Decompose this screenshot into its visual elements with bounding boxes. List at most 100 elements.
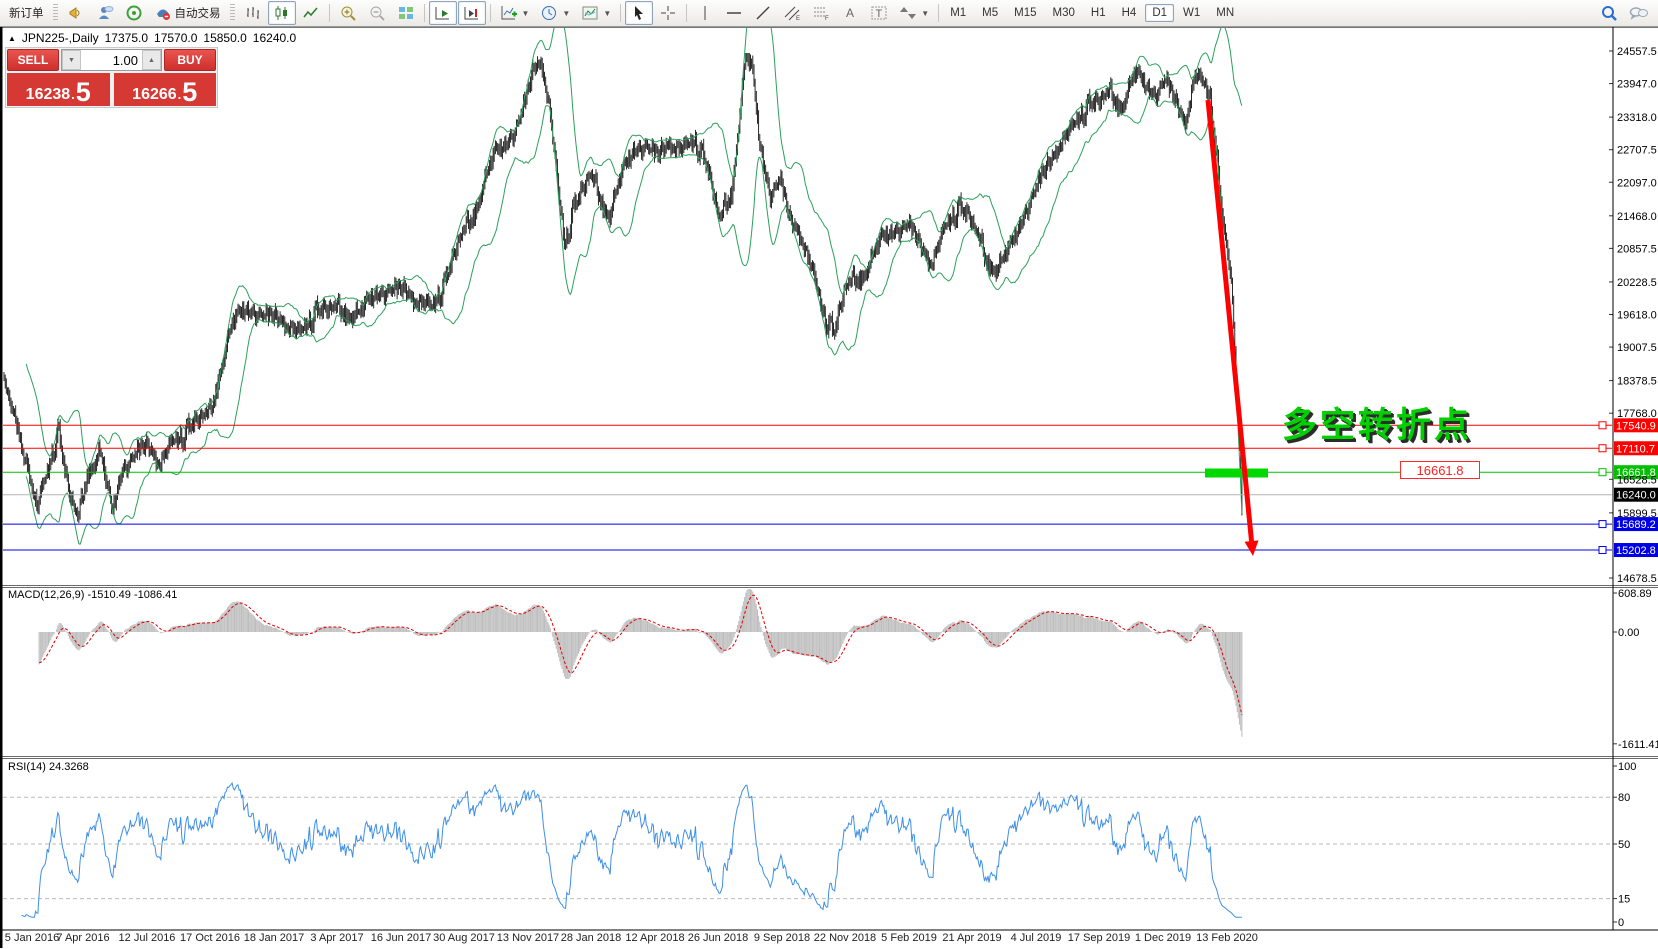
macd-pane-label: MACD(12,26,9) -1510.49 -1086.41 <box>8 589 177 601</box>
date-axis-label: 17 Oct 2016 <box>180 932 240 944</box>
date-axis-label: 1 Dec 2019 <box>1135 932 1191 944</box>
macd-axis-tick: -1611.41 <box>1618 739 1658 751</box>
community-button[interactable] <box>91 1 119 25</box>
line-anchor-square[interactable] <box>1599 469 1606 476</box>
trendline-button[interactable] <box>749 1 777 25</box>
price-callout-box[interactable]: 16661.8 <box>1400 461 1480 479</box>
cursor-button[interactable] <box>625 1 653 25</box>
chart-canvas[interactable]: 17540.917110.716661.816240.015689.215202… <box>0 27 1658 949</box>
user-cloud-icon <box>96 4 114 22</box>
price-bars <box>4 53 1242 523</box>
rsi-pane-label: RSI(14) 24.3268 <box>8 761 89 773</box>
rsi-axis-tick: 80 <box>1618 792 1630 804</box>
horizontal-line-button[interactable] <box>720 1 748 25</box>
sell-price-display[interactable]: 16238 . 5 <box>7 73 110 106</box>
timeframe-m30-button[interactable]: M30 <box>1046 4 1082 22</box>
sell-button[interactable]: SELL <box>7 49 59 71</box>
date-axis-label: 28 Jan 2018 <box>561 932 622 944</box>
axis-price-label: 17110.7 <box>1616 443 1655 455</box>
price-axis-tick: 20857.5 <box>1617 243 1657 255</box>
new-order-button[interactable]: 新订单 <box>4 2 49 24</box>
sell-price-frac: 5 <box>76 80 91 104</box>
line-chart-icon <box>302 4 320 22</box>
timeframe-m15-button[interactable]: M15 <box>1007 4 1043 22</box>
bollinger-lower-band <box>26 96 1242 544</box>
sell-price-dot: . <box>71 86 75 104</box>
bar-chart-button[interactable] <box>239 1 267 25</box>
zoom-in-button[interactable] <box>334 1 362 25</box>
timeframe-h4-button[interactable]: H4 <box>1115 4 1144 22</box>
search-button[interactable] <box>1595 1 1623 25</box>
candlestick-chart-button[interactable] <box>268 1 296 25</box>
signal-icon <box>125 4 143 22</box>
vertical-line-button[interactable] <box>691 1 719 25</box>
signal-button[interactable] <box>120 1 148 25</box>
toolbar: 新订单 自动交易 ▼ ▼ ▼ E F A T ▼ M1M5M15M30H1H4D… <box>0 0 1658 27</box>
timeframe-d1-button[interactable]: D1 <box>1145 4 1174 22</box>
arrows-button[interactable]: ▼ <box>894 1 934 25</box>
line-chart-button[interactable] <box>297 1 325 25</box>
templates-button[interactable]: ▼ <box>576 1 616 25</box>
price-axis-tick: 17768.0 <box>1617 408 1657 420</box>
line-anchor-square[interactable] <box>1599 547 1606 554</box>
toolbar-separator <box>686 4 687 22</box>
zoom-out-button[interactable] <box>363 1 391 25</box>
rsi-value: 24.3268 <box>49 761 89 773</box>
text-icon: A <box>841 4 859 22</box>
price-axis-tick: 16528.5 <box>1617 474 1657 486</box>
publisher-button[interactable] <box>62 1 90 25</box>
line-anchor-square[interactable] <box>1599 422 1606 429</box>
price-axis-tick: 14678.5 <box>1617 573 1657 585</box>
arrows-icon <box>899 4 917 22</box>
line-anchor-square[interactable] <box>1599 445 1606 452</box>
auto-scroll-icon <box>434 4 452 22</box>
text-button[interactable]: A <box>836 1 864 25</box>
timeframe-m5-button[interactable]: M5 <box>975 4 1005 22</box>
chart-left-border <box>0 27 3 948</box>
chat-button[interactable] <box>1624 1 1654 25</box>
fibonacci-button[interactable]: F <box>807 1 835 25</box>
price-axis-tick: 20228.5 <box>1617 277 1657 289</box>
volume-increase-button[interactable]: ▲ <box>142 50 161 70</box>
auto-trading-icon <box>154 4 172 22</box>
buy-price-display[interactable]: 16266 . 5 <box>114 73 217 106</box>
timeframe-h1-button[interactable]: H1 <box>1084 4 1113 22</box>
symbol-period-label: JPN225-,Daily <box>22 31 99 45</box>
timeframe-w1-button[interactable]: W1 <box>1176 4 1207 22</box>
macd-axis-tick: 608.89 <box>1618 588 1652 600</box>
svg-text:T: T <box>876 8 883 20</box>
channel-button[interactable]: E <box>778 1 806 25</box>
buy-button[interactable]: BUY <box>164 49 216 71</box>
rsi-axis-tick: 15 <box>1618 894 1630 906</box>
chevron-down-icon: ▼ <box>603 9 611 18</box>
date-axis-label: 12 Apr 2018 <box>625 932 684 944</box>
auto-trading-button[interactable]: 自动交易 <box>149 1 226 25</box>
timeframe-m1-button[interactable]: M1 <box>943 4 973 22</box>
zoom-in-icon <box>339 4 357 22</box>
macd-signal-line <box>39 595 1242 715</box>
chart-shift-button[interactable] <box>458 1 486 25</box>
turning-point-annotation[interactable]: 多空转折点 <box>1282 397 1472 448</box>
volume-input[interactable] <box>81 50 142 70</box>
date-axis-label: 13 Nov 2017 <box>497 932 559 944</box>
fibonacci-icon: F <box>812 4 830 22</box>
crosshair-button[interactable] <box>654 1 682 25</box>
date-axis-label: 30 Aug 2017 <box>433 932 495 944</box>
tile-windows-button[interactable] <box>392 1 420 25</box>
timeframe-mn-button[interactable]: MN <box>1209 4 1241 22</box>
toolbar-separator <box>938 4 939 22</box>
sell-price-main: 16238 <box>26 86 71 104</box>
chat-icon <box>1629 4 1649 22</box>
collapse-icon[interactable]: ▲ <box>8 34 16 43</box>
periods-button[interactable]: ▼ <box>535 1 575 25</box>
highlight-segment[interactable] <box>1205 469 1268 478</box>
text-label-button[interactable]: T <box>865 1 893 25</box>
buy-price-dot: . <box>178 86 182 104</box>
cursor-icon <box>630 4 648 22</box>
ohlc-low: 15850.0 <box>203 31 246 45</box>
line-anchor-square[interactable] <box>1599 521 1606 528</box>
auto-scroll-button[interactable] <box>429 1 457 25</box>
indicators-button[interactable]: ▼ <box>495 1 535 25</box>
volume-decrease-button[interactable]: ▼ <box>62 50 81 70</box>
date-axis-label: 7 Apr 2016 <box>56 932 109 944</box>
